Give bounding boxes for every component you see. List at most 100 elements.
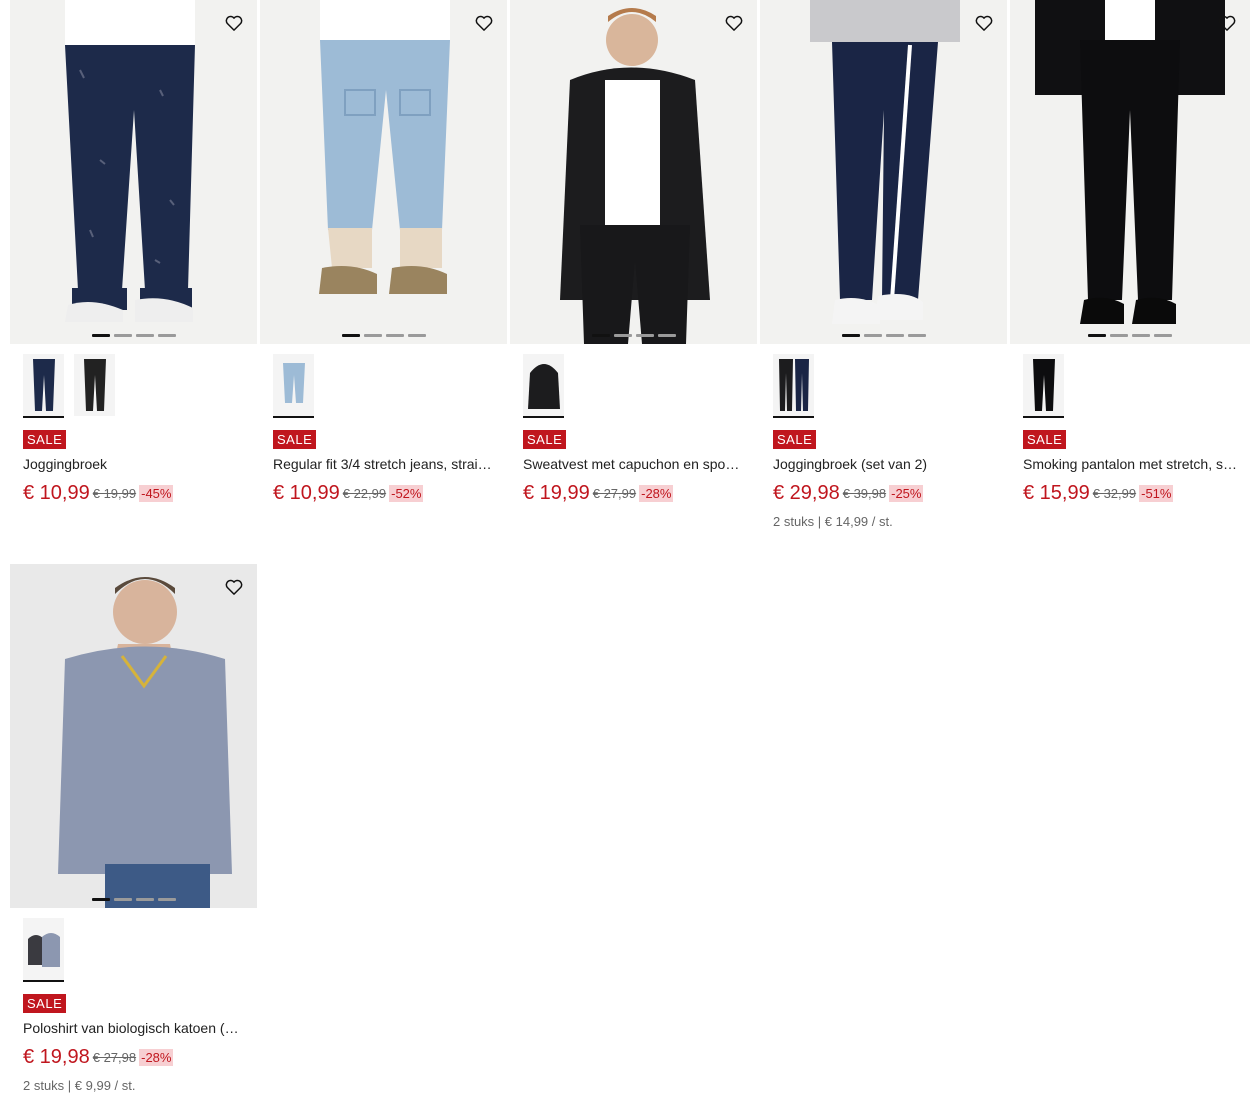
price-row: € 19,99 € 27,99 -28% bbox=[523, 482, 757, 505]
wishlist-button[interactable] bbox=[1214, 10, 1240, 36]
carousel-dot[interactable] bbox=[1088, 334, 1106, 337]
product-image-carousel[interactable] bbox=[10, 564, 257, 908]
carousel-dot[interactable] bbox=[157, 334, 176, 337]
old-price: € 22,99 bbox=[342, 486, 387, 501]
product-photo[interactable] bbox=[10, 0, 257, 344]
color-swatches bbox=[23, 918, 257, 982]
product-photo[interactable] bbox=[260, 0, 507, 344]
discount-badge: -25% bbox=[889, 485, 924, 502]
wishlist-button[interactable] bbox=[471, 10, 497, 36]
carousel-dot[interactable] bbox=[1132, 334, 1150, 337]
heart-outline-icon bbox=[1218, 15, 1236, 31]
color-swatches bbox=[773, 354, 1007, 418]
product-image-carousel[interactable] bbox=[260, 0, 507, 344]
carousel-dot[interactable] bbox=[1110, 334, 1128, 337]
wishlist-button[interactable] bbox=[971, 10, 997, 36]
product-name[interactable]: Smoking pantalon met stretch, slim fit bbox=[1023, 456, 1237, 472]
product-name[interactable]: Sweatvest met capuchon en sporty details bbox=[523, 456, 744, 472]
product-name[interactable]: Regular fit 3/4 stretch jeans, straight bbox=[273, 456, 494, 472]
carousel-dot[interactable] bbox=[863, 334, 882, 337]
carousel-indicators bbox=[760, 334, 1007, 337]
current-price: € 19,98 bbox=[23, 1046, 90, 1068]
current-price: € 19,99 bbox=[523, 482, 590, 504]
product-image-carousel[interactable] bbox=[1010, 0, 1250, 344]
product-card: SALE Sweatvest met capuchon en sporty de… bbox=[510, 0, 757, 505]
old-price: € 32,99 bbox=[1092, 486, 1137, 501]
product-name[interactable]: Joggingbroek bbox=[23, 456, 244, 472]
heart-outline-icon bbox=[975, 15, 993, 31]
price-row: € 29,98 € 39,98 -25% bbox=[773, 482, 1007, 505]
old-price: € 27,99 bbox=[592, 486, 637, 501]
unit-price-info: 2 stuks | € 9,99 / st. bbox=[23, 1078, 136, 1093]
color-swatch-black[interactable] bbox=[74, 354, 115, 416]
current-price: € 15,99 bbox=[1023, 482, 1090, 504]
carousel-dot[interactable] bbox=[341, 334, 360, 337]
price-row: € 19,98 € 27,98 -28% bbox=[23, 1046, 257, 1069]
color-swatch-light-blue-denim[interactable] bbox=[273, 354, 314, 418]
carousel-dot[interactable] bbox=[591, 334, 610, 337]
heart-outline-icon bbox=[475, 15, 493, 31]
product-name[interactable]: Poloshirt van biologisch katoen (set van… bbox=[23, 1020, 244, 1036]
sale-badge: SALE bbox=[523, 430, 567, 449]
carousel-indicators bbox=[10, 898, 257, 901]
carousel-dot[interactable] bbox=[363, 334, 382, 337]
carousel-dot[interactable] bbox=[1154, 334, 1172, 337]
product-image-carousel[interactable] bbox=[760, 0, 1007, 344]
carousel-dot[interactable] bbox=[407, 334, 426, 337]
sale-badge: SALE bbox=[1023, 430, 1067, 449]
color-swatch-black-navy[interactable] bbox=[773, 354, 814, 418]
carousel-indicators bbox=[260, 334, 507, 337]
product-image-carousel[interactable] bbox=[10, 0, 257, 344]
carousel-dot[interactable] bbox=[613, 334, 632, 337]
discount-badge: -45% bbox=[139, 485, 174, 502]
carousel-dot[interactable] bbox=[91, 898, 110, 901]
color-swatch-black[interactable] bbox=[523, 354, 564, 418]
carousel-dot[interactable] bbox=[91, 334, 110, 337]
carousel-indicators bbox=[1010, 334, 1250, 337]
carousel-dot[interactable] bbox=[135, 334, 154, 337]
color-swatches bbox=[1023, 354, 1250, 418]
heart-outline-icon bbox=[225, 579, 243, 595]
carousel-dot[interactable] bbox=[841, 334, 860, 337]
product-card: SALE Poloshirt van biologisch katoen (se… bbox=[10, 564, 257, 1093]
carousel-dot[interactable] bbox=[635, 334, 654, 337]
carousel-dot[interactable] bbox=[657, 334, 676, 337]
product-name[interactable]: Joggingbroek (set van 2) bbox=[773, 456, 994, 472]
product-photo[interactable] bbox=[1010, 0, 1250, 344]
carousel-dot[interactable] bbox=[135, 898, 154, 901]
carousel-dot[interactable] bbox=[885, 334, 904, 337]
product-card: SALE Joggingbroek € 10,99 € 19,99 -45% bbox=[10, 0, 257, 505]
product-photo[interactable] bbox=[760, 0, 1007, 344]
carousel-dot[interactable] bbox=[113, 334, 132, 337]
discount-badge: -28% bbox=[139, 1049, 174, 1066]
carousel-dot[interactable] bbox=[113, 898, 132, 901]
product-photo[interactable] bbox=[510, 0, 757, 344]
price-row: € 10,99 € 22,99 -52% bbox=[273, 482, 507, 505]
wishlist-button[interactable] bbox=[721, 10, 747, 36]
color-swatch-grey-blue-dark[interactable] bbox=[23, 918, 64, 982]
product-card: SALE Regular fit 3/4 stretch jeans, stra… bbox=[260, 0, 507, 505]
wishlist-button[interactable] bbox=[221, 10, 247, 36]
color-swatch-black[interactable] bbox=[1023, 354, 1064, 418]
current-price: € 10,99 bbox=[23, 482, 90, 504]
discount-badge: -28% bbox=[639, 485, 674, 502]
carousel-dot[interactable] bbox=[157, 898, 176, 901]
current-price: € 29,98 bbox=[773, 482, 840, 504]
carousel-dot[interactable] bbox=[907, 334, 926, 337]
color-swatch-navy[interactable] bbox=[23, 354, 64, 418]
sale-badge: SALE bbox=[23, 430, 67, 449]
product-photo[interactable] bbox=[10, 564, 257, 908]
heart-outline-icon bbox=[725, 15, 743, 31]
carousel-indicators bbox=[510, 334, 757, 337]
product-image-carousel[interactable] bbox=[510, 0, 757, 344]
old-price: € 39,98 bbox=[842, 486, 887, 501]
wishlist-button[interactable] bbox=[221, 574, 247, 600]
sale-badge: SALE bbox=[773, 430, 817, 449]
color-swatches bbox=[23, 354, 257, 418]
price-row: € 15,99 € 32,99 -51% bbox=[1023, 482, 1250, 505]
product-card: SALE Smoking pantalon met stretch, slim … bbox=[1010, 0, 1250, 505]
sale-badge: SALE bbox=[273, 430, 317, 449]
carousel-dot[interactable] bbox=[385, 334, 404, 337]
price-row: € 10,99 € 19,99 -45% bbox=[23, 482, 257, 505]
color-swatches bbox=[523, 354, 757, 418]
